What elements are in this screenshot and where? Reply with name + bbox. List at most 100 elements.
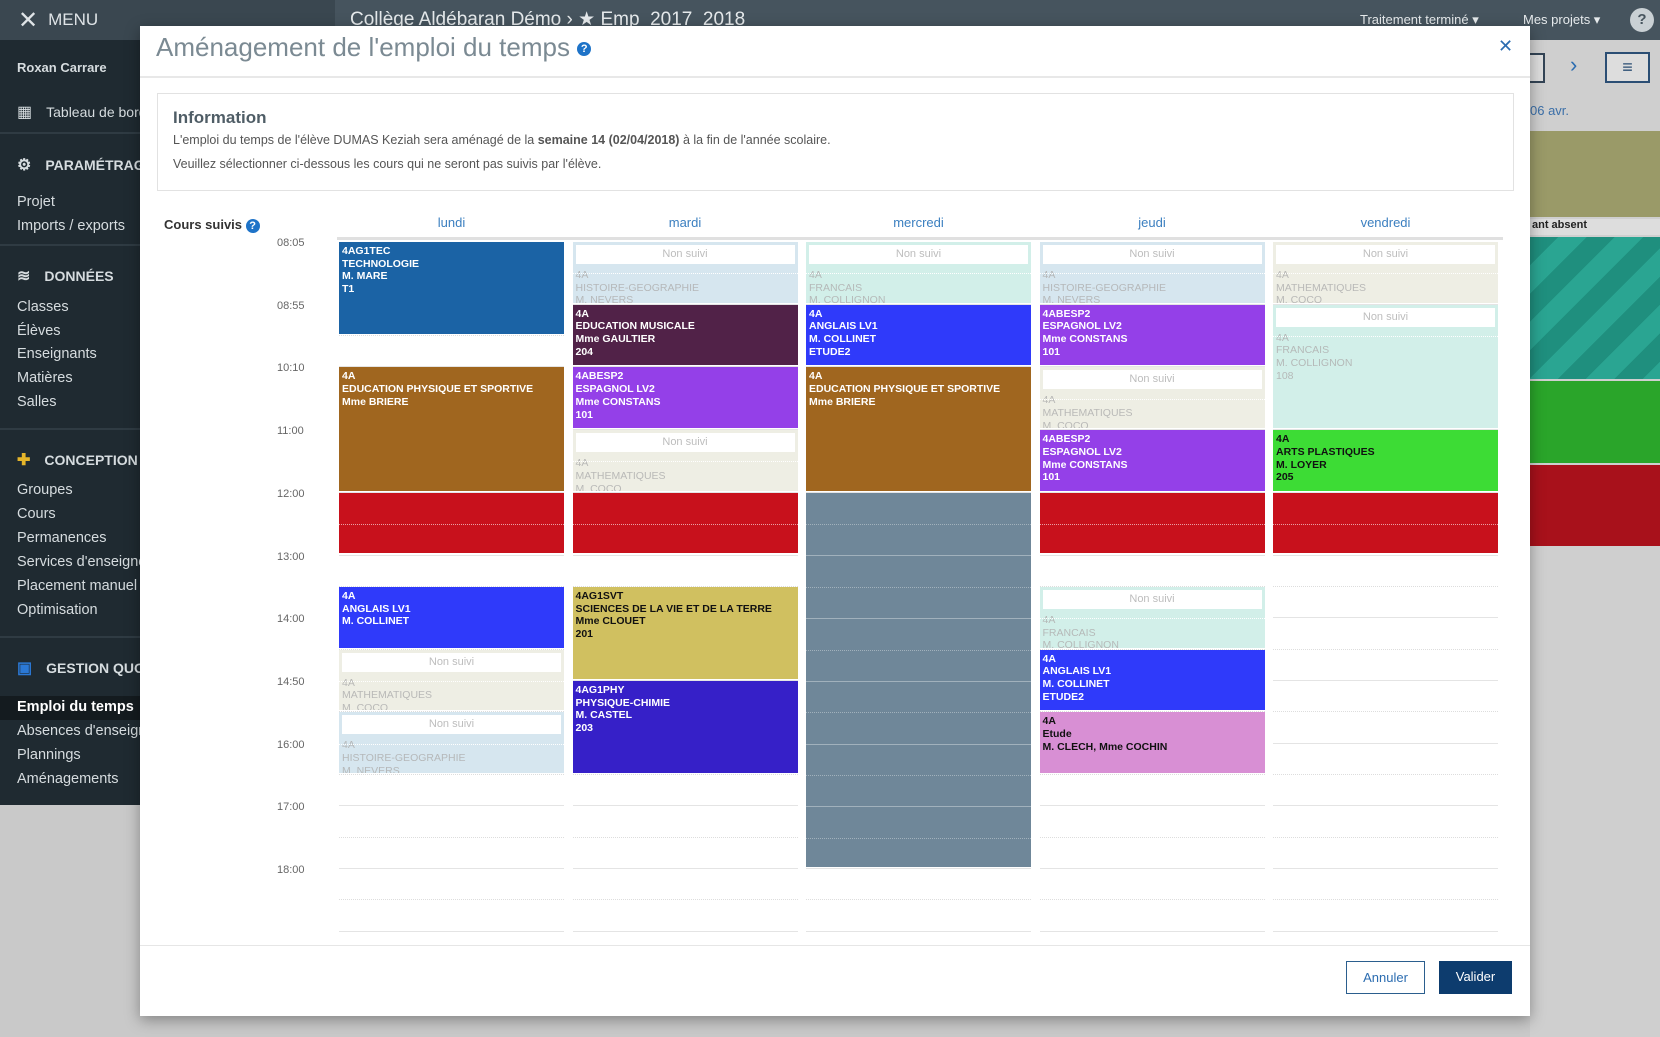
course-line: 4A	[1276, 433, 1290, 446]
course-block[interactable]: 4ABESP2 ESPAGNOL LV2 Mme CONSTANS 101	[1039, 304, 1265, 366]
course-line: M. COLLINET	[342, 615, 410, 628]
info-line-2: Veuillez sélectionner ci-dessous les cou…	[173, 157, 602, 171]
sidebar-item[interactable]: Placement manuel	[17, 578, 137, 594]
course-line: 4A	[1276, 269, 1289, 281]
menu-label: MENU	[48, 10, 99, 29]
non-suivi-toggle[interactable]: Non suivi	[342, 652, 561, 672]
sidebar-item[interactable]: Matières	[17, 370, 73, 386]
course-block[interactable]: 4AG1TEC TECHNOLOGIE M. MARE T1	[339, 242, 564, 335]
course-block[interactable]: 4A ANGLAIS LV1 M. COLLINET ETUDE2	[806, 304, 1031, 366]
grid-line	[1039, 773, 1265, 775]
course-block[interactable]: 4A EDUCATION MUSICALE Mme GAULTIER 204	[572, 304, 798, 366]
non-suivi-toggle[interactable]: Non suivi	[1042, 370, 1262, 390]
info-text: à la fin de l'année scolaire.	[679, 133, 831, 147]
grid-line	[572, 868, 798, 869]
half-line	[806, 618, 1031, 620]
course-line: 4ABESP2	[1042, 307, 1091, 320]
sidebar-item[interactable]: Optimisation	[17, 602, 98, 618]
time-label: 18:00	[277, 864, 305, 876]
course-not-followed[interactable]: Non suivi 4A HISTOIRE-GEOGRAPHIE M. NEVERS	[1039, 242, 1265, 303]
time-label: 11:00	[277, 425, 304, 438]
course-line: TECHNOLOGIE	[342, 257, 420, 270]
sidebar-item[interactable]: Cours	[17, 506, 56, 522]
sidebar-item-dashboard[interactable]: ▦ Tableau de bord	[17, 102, 147, 122]
course-line: FRANCAIS	[1042, 626, 1096, 639]
course-block[interactable]: 4A ARTS PLASTIQUES M. LOYER 205	[1273, 430, 1498, 491]
non-suivi-toggle[interactable]: Non suivi	[342, 715, 561, 735]
day-header-lundi: lundi	[437, 215, 466, 230]
non-suivi-toggle[interactable]: Non suivi	[575, 433, 795, 453]
time-label: 08:55	[277, 299, 305, 312]
course-not-followed[interactable]: Non suivi 4A FRANCAIS M. COLLIGNON	[806, 242, 1031, 303]
non-suivi-toggle[interactable]: Non suivi	[1276, 307, 1495, 327]
course-not-followed[interactable]: Non suivi 4A HISTOIRE-GEOGRAPHIE M. NEVERS	[339, 712, 564, 773]
course-not-followed[interactable]: Non suivi 4A MATHEMATIQUES M. COCO	[1273, 242, 1498, 303]
course-line: MATHEMATIQUES	[1042, 407, 1133, 420]
sidebar-section-puzzle[interactable]: ✚ CONCEPTION	[17, 450, 138, 470]
sidebar-item[interactable]: Groupes	[17, 482, 73, 498]
list-menu-icon[interactable]: ≡	[1605, 52, 1650, 83]
course-not-followed[interactable]: Non suivi 4A MATHEMATIQUES M. COCO	[339, 649, 564, 711]
course-block[interactable]: 4A Etude M. CLECH, Mme COCHIN	[1039, 712, 1265, 773]
course-not-followed[interactable]: Non suivi 4A FRANCAIS M. COLLIGNON 108	[1273, 304, 1498, 429]
course-line: ANGLAIS LV1	[342, 602, 411, 615]
sidebar-section-database[interactable]: ≋ DONNÉES	[17, 266, 114, 286]
toolbar-button[interactable]	[1530, 53, 1545, 83]
close-button[interactable]: ✕	[1498, 36, 1513, 57]
projects-dropdown[interactable]: Mes projets ▾	[1523, 12, 1600, 28]
sidebar-item[interactable]: Enseignants	[17, 346, 97, 362]
grid-line	[1273, 617, 1498, 619]
non-suivi-toggle[interactable]: Non suivi	[1042, 589, 1262, 609]
course-line: 4A	[575, 307, 589, 320]
course-block[interactable]: 4A EDUCATION PHYSIQUE ET SPORTIVE Mme BRIE…	[806, 367, 1031, 491]
course-line: Mme BRIERE	[809, 395, 876, 408]
course-not-followed[interactable]: Non suivi 4A MATHEMATIQUES M. COCO	[1039, 367, 1265, 429]
info-week: semaine 14 (02/04/2018)	[537, 133, 680, 147]
course-line: M. COLLIGNON	[1276, 357, 1353, 370]
background-timetable: › ≡ 06 avr. ant absent	[1530, 40, 1660, 1037]
sidebar-section-gear[interactable]: ⚙ PARAMÉTRAGE	[17, 155, 154, 175]
database-icon: ≋	[17, 268, 31, 285]
lunch-block	[1273, 492, 1498, 554]
sidebar-item[interactable]: Emploi du temps	[17, 699, 134, 715]
sidebar-item[interactable]: Permanences	[17, 530, 106, 546]
sidebar-item[interactable]: Aménagements	[17, 771, 119, 787]
sidebar-item[interactable]: Classes	[17, 299, 69, 315]
non-suivi-toggle[interactable]: Non suivi	[809, 245, 1028, 264]
user-name: Roxan Carrare	[17, 60, 107, 75]
non-suivi-toggle[interactable]: Non suivi	[1042, 245, 1262, 264]
help-button[interactable]: ?	[1630, 8, 1654, 32]
course-block[interactable]: 4A ANGLAIS LV1 M. COLLINET	[339, 586, 564, 648]
sidebar-item[interactable]: Élèves	[17, 323, 61, 339]
help-icon[interactable]: ?	[245, 218, 260, 233]
grid-line	[1273, 773, 1498, 775]
next-arrow-icon[interactable]: ›	[1570, 52, 1577, 78]
course-block[interactable]: 4A EDUCATION PHYSIQUE ET SPORTIVE Mme BRIE…	[339, 367, 564, 491]
course-not-followed[interactable]: Non suivi 4A MATHEMATIQUES M. COCO	[572, 430, 798, 491]
course-block[interactable]: 4AG1SVT SCIENCES DE LA VIE ET DE LA TERRE…	[572, 586, 798, 679]
course-line: M. COLLINET	[809, 333, 877, 346]
course-not-followed[interactable]: Non suivi 4A FRANCAIS M. COLLIGNON	[1039, 586, 1265, 648]
sidebar-item[interactable]: Imports / exports	[17, 218, 125, 234]
course-block[interactable]: 4AG1PHY PHYSIQUE-CHIMIE M. CASTEL 203	[572, 680, 798, 773]
sidebar-item[interactable]: Salles	[17, 394, 57, 410]
course-block[interactable]: 4A ANGLAIS LV1 M. COLLINET ETUDE2	[1039, 649, 1265, 711]
course-line: 4A	[342, 589, 356, 602]
half-line	[339, 743, 564, 745]
cancel-button[interactable]: Annuler	[1346, 961, 1425, 994]
validate-button[interactable]: Valider	[1439, 961, 1512, 994]
course-line: 4A	[1042, 269, 1056, 281]
course-line: M. COCO	[575, 482, 622, 491]
help-icon[interactable]: ?	[577, 42, 592, 57]
course-block[interactable]: 4ABESP2 ESPAGNOL LV2 Mme CONSTANS 101	[1039, 430, 1265, 491]
dashboard-icon: ▦	[17, 104, 33, 121]
non-suivi-toggle[interactable]: Non suivi	[1276, 245, 1495, 264]
sidebar-item[interactable]: Plannings	[17, 747, 81, 763]
course-line: 101	[1042, 471, 1061, 484]
date-label: 06 avr.	[1530, 103, 1570, 118]
course-not-followed[interactable]: Non suivi 4A HISTOIRE-GEOGRAPHIE M. NEVERS	[572, 242, 798, 303]
non-suivi-toggle[interactable]: Non suivi	[575, 245, 795, 264]
sidebar-item[interactable]: Projet	[17, 194, 55, 210]
day-header-vendredi: vendredi	[1360, 215, 1411, 230]
course-block[interactable]: 4ABESP2 ESPAGNOL LV2 Mme CONSTANS 101	[572, 367, 798, 429]
